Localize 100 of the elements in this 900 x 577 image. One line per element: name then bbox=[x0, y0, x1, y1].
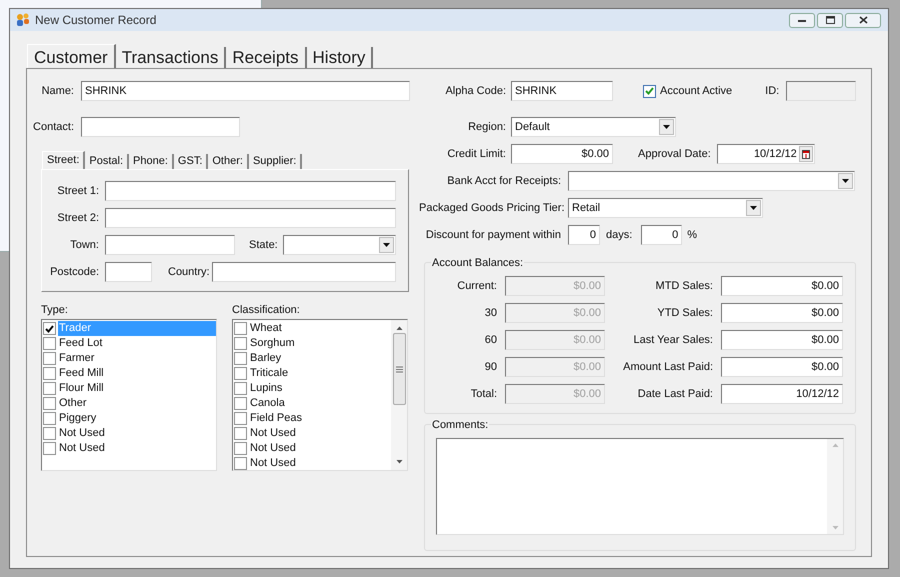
input-field[interactable]: $0.00 bbox=[721, 357, 843, 377]
tab[interactable]: Supplier: bbox=[248, 154, 302, 169]
list-item[interactable]: Other bbox=[58, 396, 216, 411]
dropdown[interactable] bbox=[283, 235, 396, 255]
field-label: Postcode: bbox=[49, 264, 99, 280]
scroll-down-icon[interactable] bbox=[396, 460, 402, 464]
checkbox[interactable] bbox=[43, 367, 56, 380]
field-label: Date Last Paid: bbox=[636, 386, 713, 402]
list-item[interactable]: Feed Mill bbox=[58, 366, 216, 381]
checkbox[interactable] bbox=[234, 367, 247, 380]
dropdown[interactable] bbox=[568, 171, 855, 191]
checkbox[interactable] bbox=[234, 382, 247, 395]
list-item[interactable]: Lupins bbox=[249, 381, 391, 396]
field-label: Region: bbox=[467, 120, 506, 135]
input-field[interactable]: $0.00 bbox=[721, 330, 843, 350]
scrollbar[interactable] bbox=[391, 320, 407, 470]
scroll-up-icon[interactable] bbox=[396, 326, 402, 330]
input-field[interactable] bbox=[212, 262, 396, 282]
tab[interactable]: Phone: bbox=[129, 154, 174, 169]
checkbox[interactable] bbox=[43, 382, 56, 395]
checkbox[interactable] bbox=[43, 337, 56, 350]
field-label: YTD Sales: bbox=[656, 306, 713, 321]
tab[interactable]: Other: bbox=[208, 154, 249, 169]
input-field[interactable]: SHRINK bbox=[511, 81, 613, 101]
dropdown[interactable]: Default bbox=[511, 117, 676, 137]
input-field[interactable] bbox=[105, 235, 235, 255]
field-label: Street 2: bbox=[56, 210, 99, 226]
list-item[interactable]: Piggery bbox=[58, 411, 216, 426]
list-item[interactable]: Farmer bbox=[58, 351, 216, 366]
field-label: Current: bbox=[456, 278, 497, 294]
minimize-button[interactable] bbox=[789, 12, 815, 28]
grip-icon bbox=[396, 366, 402, 372]
restore-icon bbox=[826, 16, 834, 24]
list-item[interactable]: Sorghum bbox=[249, 336, 391, 351]
list-item[interactable]: Feed Lot bbox=[58, 336, 216, 351]
field-label: Packaged Goods Pricing Tier: bbox=[419, 200, 561, 216]
input-field[interactable]: $0.00 bbox=[721, 303, 843, 323]
people-icon bbox=[16, 13, 30, 27]
checkbox[interactable] bbox=[43, 352, 56, 365]
input-field[interactable]: $0.00 bbox=[511, 144, 613, 164]
input-field[interactable] bbox=[81, 117, 240, 137]
close-button[interactable] bbox=[845, 12, 881, 28]
checkbox[interactable] bbox=[43, 427, 56, 440]
dropdown-arrow-icon bbox=[383, 243, 390, 247]
input-field[interactable] bbox=[105, 208, 396, 228]
checkbox[interactable] bbox=[643, 84, 656, 98]
field-label: Total: bbox=[470, 386, 497, 402]
checkbox[interactable] bbox=[43, 322, 56, 335]
list-item[interactable]: Not Used bbox=[58, 426, 216, 441]
checkbox[interactable] bbox=[234, 322, 247, 335]
tab[interactable]: Customer bbox=[27, 44, 116, 68]
checkbox[interactable] bbox=[234, 457, 247, 470]
field-label: Discount for payment within bbox=[424, 228, 561, 243]
list-item[interactable]: Not Used bbox=[58, 441, 216, 456]
input-field[interactable]: $0.00 bbox=[721, 276, 843, 296]
list-item[interactable]: Canola bbox=[249, 396, 391, 411]
checkbox[interactable] bbox=[43, 442, 56, 455]
field-label: ID: bbox=[765, 84, 780, 99]
maximize-button[interactable] bbox=[817, 12, 843, 28]
list-item[interactable]: Flour Mill bbox=[58, 381, 216, 396]
input-field[interactable] bbox=[105, 262, 152, 282]
tab[interactable]: Postal: bbox=[85, 154, 130, 169]
field-label: Account Active bbox=[660, 84, 732, 99]
field-label: Town: bbox=[69, 238, 99, 253]
list-item[interactable]: Not Used bbox=[249, 456, 391, 471]
input-field[interactable]: 0 bbox=[641, 225, 682, 245]
calendar-icon bbox=[802, 150, 810, 158]
input-field[interactable] bbox=[105, 181, 396, 201]
checkbox[interactable] bbox=[234, 427, 247, 440]
field-label: 30 bbox=[484, 306, 497, 321]
checkbox[interactable] bbox=[234, 352, 247, 365]
list-item[interactable]: Not Used bbox=[249, 426, 391, 441]
field-label: Approval Date: bbox=[638, 146, 711, 162]
checkbox[interactable] bbox=[234, 442, 247, 455]
field-label: % bbox=[687, 228, 698, 243]
input-field[interactable]: 0 bbox=[568, 225, 600, 245]
field-label: Country: bbox=[168, 264, 211, 280]
field-label: days: bbox=[606, 228, 632, 243]
checkbox[interactable] bbox=[234, 337, 247, 350]
list-item[interactable]: Field Peas bbox=[249, 411, 391, 426]
checkbox[interactable] bbox=[234, 397, 247, 410]
input-field[interactable]: SHRINK bbox=[81, 81, 410, 101]
list-item[interactable]: Barley bbox=[249, 351, 391, 366]
field-label: 90 bbox=[484, 360, 497, 375]
list-item[interactable]: Triticale bbox=[249, 366, 391, 381]
list-item[interactable]: Wheat bbox=[249, 321, 391, 336]
tab[interactable]: GST: bbox=[174, 154, 208, 169]
list-item[interactable]: Not Used bbox=[249, 441, 391, 456]
tab[interactable]: Street: bbox=[42, 151, 86, 169]
date-field[interactable]: 10/12/12 bbox=[716, 144, 815, 164]
checkbox[interactable] bbox=[43, 412, 56, 425]
field-label: Last Year Sales: bbox=[632, 332, 713, 348]
field-label: 60 bbox=[484, 332, 497, 348]
close-icon bbox=[858, 16, 868, 24]
checkbox[interactable] bbox=[43, 397, 56, 410]
field-label: MTD Sales: bbox=[654, 278, 713, 294]
field-label: Bank Acct for Receipts: bbox=[446, 174, 561, 189]
checkbox[interactable] bbox=[234, 412, 247, 425]
dropdown[interactable]: Retail bbox=[568, 198, 763, 218]
input-field[interactable]: 10/12/12 bbox=[721, 384, 843, 404]
